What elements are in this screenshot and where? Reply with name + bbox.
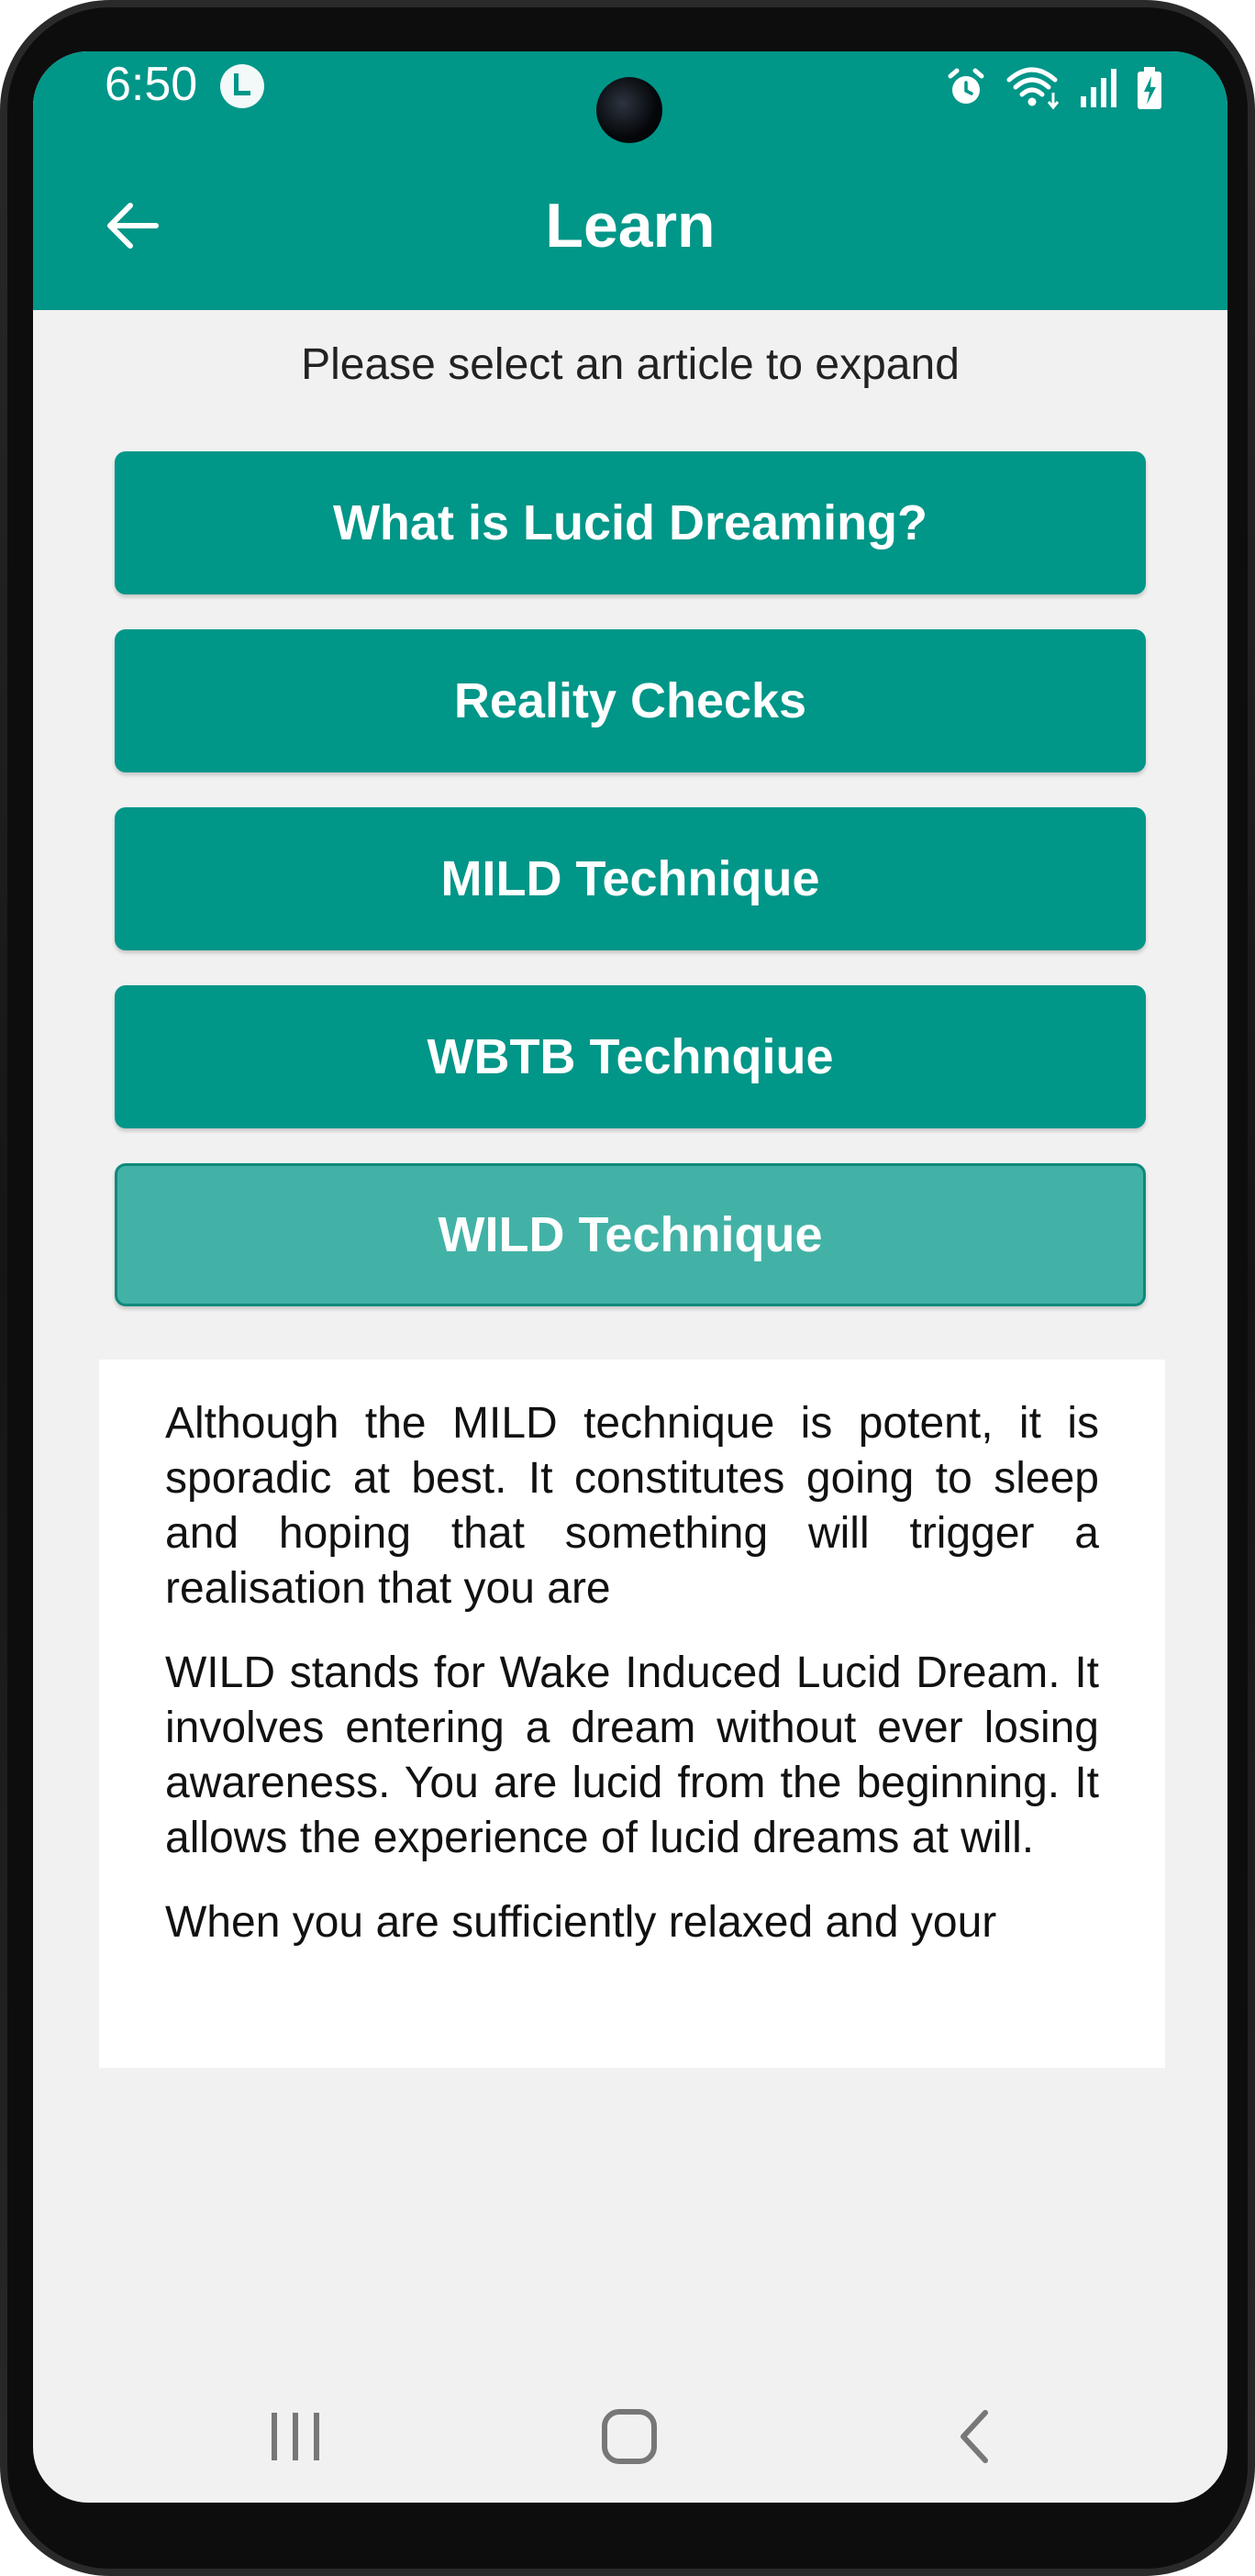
- article-paragraph: Although the MILD technique is potent, i…: [165, 1399, 1099, 1613]
- article-button-reality-checks[interactable]: Reality Checks: [115, 629, 1146, 772]
- clock-app-icon: [220, 64, 264, 108]
- signal-icon: [1081, 69, 1116, 107]
- system-nav-bar: [33, 2356, 1227, 2503]
- front-camera: [596, 77, 662, 143]
- back-icon[interactable]: [949, 2407, 1007, 2466]
- alarm-icon: [948, 68, 984, 104]
- article-button-wild-technique[interactable]: WILD Technique: [115, 1163, 1146, 1306]
- screen: 6:50 Learn Please select an article to e…: [33, 51, 1227, 2503]
- home-icon[interactable]: [600, 2407, 659, 2466]
- recent-apps-icon[interactable]: [268, 2409, 323, 2464]
- article-button-wbtb-technique[interactable]: WBTB Technqiue: [115, 985, 1146, 1128]
- instruction-text: Please select an article to expand: [301, 340, 960, 389]
- wifi-icon: [1006, 67, 1060, 110]
- battery-charging-icon: [1138, 67, 1161, 109]
- article-content[interactable]: Although the MILD technique is potent, i…: [99, 1360, 1165, 2068]
- article-button-mild-technique[interactable]: MILD Technique: [115, 807, 1146, 950]
- article-button-what-is-lucid-dreaming[interactable]: What is Lucid Dreaming?: [115, 451, 1146, 594]
- article-paragraph: When you are sufficiently relaxed and yo…: [165, 1898, 997, 1947]
- status-bar: 6:50: [33, 51, 1227, 174]
- page-title: Learn: [545, 191, 716, 261]
- status-time: 6:50: [105, 58, 198, 111]
- status-icons: [943, 61, 1163, 116]
- article-paragraph: WILD stands for Wake Induced Lucid Dream…: [165, 1649, 1099, 1862]
